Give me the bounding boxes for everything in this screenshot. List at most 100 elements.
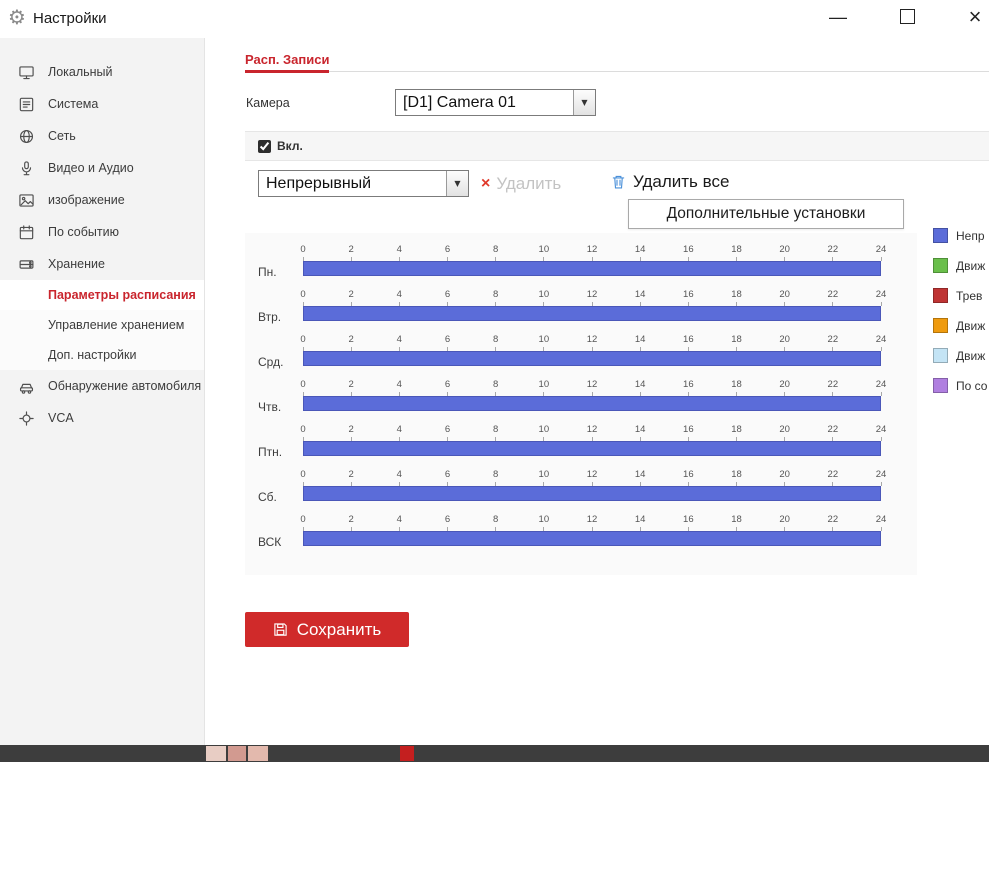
tick-label: 10 bbox=[539, 290, 550, 300]
sidebar-item-label: Локальный bbox=[48, 65, 113, 79]
tick-label: 12 bbox=[587, 470, 598, 480]
tick-label: 14 bbox=[635, 245, 646, 255]
legend-swatch bbox=[933, 318, 948, 333]
schedule-bar-continuous[interactable] bbox=[303, 486, 881, 501]
tick-label: 20 bbox=[779, 470, 790, 480]
enable-checkbox[interactable] bbox=[258, 140, 271, 153]
schedule-row: ВСК024681012141618202224 bbox=[245, 511, 917, 556]
delete-x-icon: × bbox=[481, 176, 490, 192]
schedule-bar-continuous[interactable] bbox=[303, 441, 881, 456]
tick-label: 12 bbox=[587, 380, 598, 390]
tick-label: 8 bbox=[493, 515, 498, 525]
camera-select[interactable]: [D1] Camera 01 ▼ bbox=[395, 89, 596, 116]
tick-label: 6 bbox=[445, 335, 450, 345]
legend-swatch bbox=[933, 258, 948, 273]
schedule-row: Птн.024681012141618202224 bbox=[245, 421, 917, 466]
schedule-bar-continuous[interactable] bbox=[303, 531, 881, 546]
schedule-bar-continuous[interactable] bbox=[303, 351, 881, 366]
time-ruler: 024681012141618202224 bbox=[303, 245, 881, 261]
sidebar-item-storage[interactable]: Хранение bbox=[0, 248, 204, 280]
delete-label: Удалить bbox=[496, 174, 561, 194]
time-ruler: 024681012141618202224 bbox=[303, 470, 881, 486]
close-button[interactable]: × bbox=[959, 2, 989, 32]
tick-label: 20 bbox=[779, 515, 790, 525]
tick-label: 6 bbox=[445, 290, 450, 300]
time-ruler: 024681012141618202224 bbox=[303, 335, 881, 351]
schedule-track[interactable] bbox=[303, 441, 881, 456]
legend-item: Движ bbox=[933, 348, 987, 363]
tick-label: 12 bbox=[587, 335, 598, 345]
sidebar-item-storage-mgmt[interactable]: Управление хранением bbox=[0, 310, 204, 340]
sidebar-item-event[interactable]: По событию bbox=[0, 216, 204, 248]
tick-label: 8 bbox=[493, 425, 498, 435]
tick-label: 4 bbox=[397, 515, 402, 525]
delete-button[interactable]: × Удалить bbox=[481, 174, 561, 194]
sidebar-item-video-audio[interactable]: Видео и Аудио bbox=[0, 152, 204, 184]
schedule-track[interactable] bbox=[303, 306, 881, 321]
sidebar: Локальный СистемаСетьВидео и Аудиоизображ… bbox=[0, 38, 205, 745]
tick-label: 0 bbox=[300, 245, 305, 255]
sidebar-item-local[interactable]: Локальный bbox=[0, 56, 204, 88]
schedule-row: Пн.024681012141618202224 bbox=[245, 241, 917, 286]
schedule-row: Срд.024681012141618202224 bbox=[245, 331, 917, 376]
schedule-track[interactable] bbox=[303, 531, 881, 546]
advanced-settings-button[interactable]: Дополнительные установки bbox=[628, 199, 904, 229]
chevron-down-icon[interactable]: ▼ bbox=[446, 171, 468, 196]
sidebar-item-network[interactable]: Сеть bbox=[0, 120, 204, 152]
schedule-bar-continuous[interactable] bbox=[303, 396, 881, 411]
record-type-value: Непрерывный bbox=[259, 171, 446, 196]
day-label: Втр. bbox=[258, 310, 281, 324]
sidebar-item-adv-settings[interactable]: Доп. настройки bbox=[0, 340, 204, 370]
tick-label: 16 bbox=[683, 425, 694, 435]
sidebar-item-vca[interactable]: VCA bbox=[0, 402, 204, 434]
delete-all-button[interactable]: Удалить все bbox=[611, 172, 729, 192]
day-label: ВСК bbox=[258, 535, 281, 549]
legend-swatch bbox=[933, 378, 948, 393]
tick-label: 2 bbox=[349, 515, 354, 525]
chevron-down-icon[interactable]: ▼ bbox=[573, 90, 595, 115]
tick-label: 6 bbox=[445, 470, 450, 480]
tick-label: 24 bbox=[876, 245, 887, 255]
schedule-track[interactable] bbox=[303, 396, 881, 411]
background-thumbnail bbox=[206, 746, 226, 761]
enable-label: Вкл. bbox=[277, 139, 303, 153]
tick-label: 14 bbox=[635, 515, 646, 525]
maximize-button[interactable] bbox=[891, 2, 923, 32]
legend-item: Непр bbox=[933, 228, 987, 243]
tick-label: 18 bbox=[731, 380, 742, 390]
tick-label: 12 bbox=[587, 515, 598, 525]
tick-label: 18 bbox=[731, 245, 742, 255]
tick-label: 24 bbox=[876, 470, 887, 480]
sidebar-item-image[interactable]: изображение bbox=[0, 184, 204, 216]
schedule-bar-continuous[interactable] bbox=[303, 261, 881, 276]
minimize-button[interactable]: — bbox=[822, 2, 854, 32]
tick-label: 12 bbox=[587, 425, 598, 435]
record-type-select[interactable]: Непрерывный ▼ bbox=[258, 170, 469, 197]
schedule-row: Втр.024681012141618202224 bbox=[245, 286, 917, 331]
time-ruler: 024681012141618202224 bbox=[303, 425, 881, 441]
legend-item: Движ bbox=[933, 318, 987, 333]
titlebar: ⚙ Настройки — × bbox=[0, 0, 989, 38]
save-label: Сохранить bbox=[297, 620, 381, 640]
tick-label: 14 bbox=[635, 470, 646, 480]
tick-label: 6 bbox=[445, 515, 450, 525]
tab-record-schedule[interactable]: Расп. Записи bbox=[245, 52, 329, 73]
tick-label: 6 bbox=[445, 245, 450, 255]
tick-label: 0 bbox=[300, 470, 305, 480]
tick-label: 4 bbox=[397, 245, 402, 255]
schedule-track[interactable] bbox=[303, 261, 881, 276]
sidebar-item-vehicle-detect[interactable]: Обнаружение автомобиля bbox=[0, 370, 204, 402]
sidebar-item-label: Обнаружение автомобиля bbox=[48, 379, 201, 393]
tick-label: 20 bbox=[779, 245, 790, 255]
tick-label: 22 bbox=[828, 245, 839, 255]
tick-label: 18 bbox=[731, 290, 742, 300]
schedule-track[interactable] bbox=[303, 351, 881, 366]
sidebar-item-schedule-params[interactable]: Параметры расписания bbox=[0, 280, 204, 310]
tick-label: 10 bbox=[539, 425, 550, 435]
schedule-track[interactable] bbox=[303, 486, 881, 501]
save-button[interactable]: Сохранить bbox=[245, 612, 409, 647]
schedule-bar-continuous[interactable] bbox=[303, 306, 881, 321]
tick-label: 14 bbox=[635, 425, 646, 435]
legend-label: Движ bbox=[956, 319, 985, 333]
sidebar-item-system[interactable]: Система bbox=[0, 88, 204, 120]
